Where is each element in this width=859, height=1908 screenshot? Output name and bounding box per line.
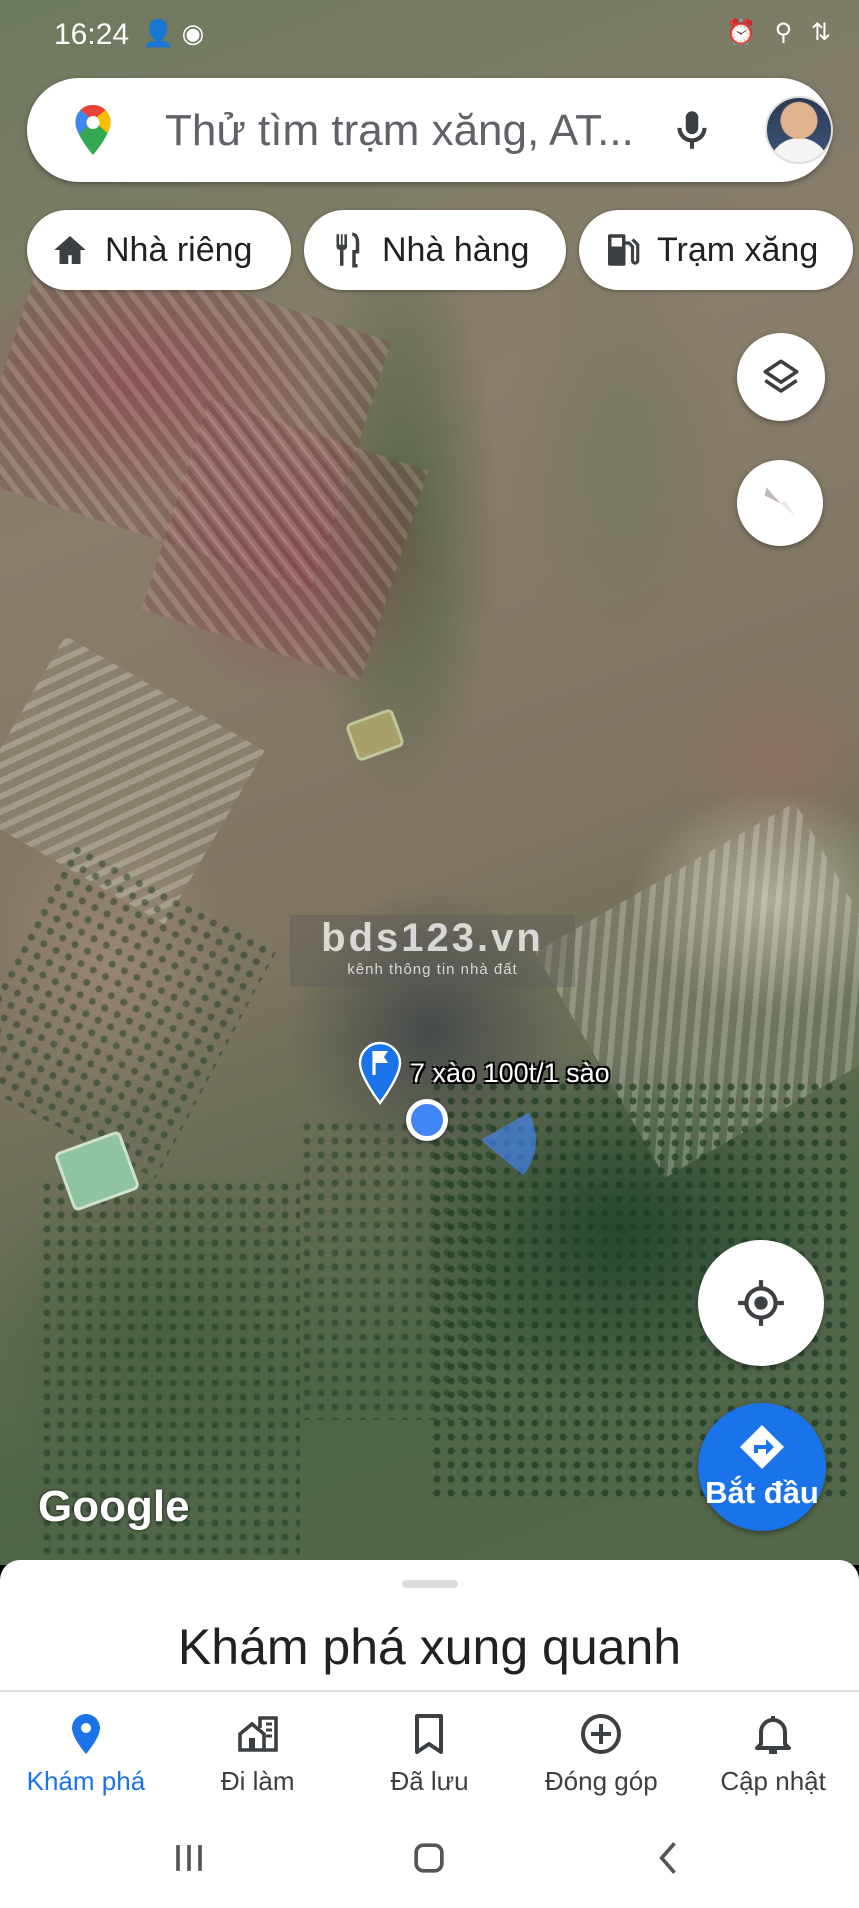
layers-icon bbox=[763, 359, 799, 393]
add-circle-icon bbox=[581, 1714, 622, 1754]
location-icon: ⚲ bbox=[774, 19, 799, 46]
bottom-sheet[interactable]: Khám phá xung quanh bbox=[0, 1560, 859, 1690]
compass-button[interactable] bbox=[737, 460, 823, 546]
nav-saved[interactable]: Đã lưu bbox=[344, 1692, 516, 1806]
flag-marker-icon[interactable] bbox=[356, 1040, 404, 1106]
nav-commute[interactable]: Đi làm bbox=[172, 1692, 344, 1806]
nav-commute-label: Đi làm bbox=[220, 1766, 295, 1796]
directions-icon bbox=[740, 1425, 784, 1469]
chip-home-label: Nhà riêng bbox=[105, 230, 253, 269]
avatar[interactable] bbox=[765, 96, 833, 164]
location-heading-beam bbox=[426, 1085, 536, 1195]
person-icon: 👤 bbox=[142, 18, 175, 48]
google-logo: Google bbox=[38, 1482, 190, 1531]
nav-contribute[interactable]: Đóng góp bbox=[515, 1692, 687, 1806]
nav-updates[interactable]: Cập nhật bbox=[687, 1692, 859, 1806]
maps-pin-icon bbox=[75, 105, 111, 155]
status-bar: 16:24 👤 ◉ ⏰ ⚲ ⇅ bbox=[0, 0, 859, 70]
mic-icon[interactable] bbox=[667, 102, 717, 158]
search-bar[interactable]: Thử tìm trạm xăng, AT... bbox=[27, 78, 833, 182]
status-left-icons: 👤 ◉ bbox=[142, 18, 204, 49]
crosshair-icon bbox=[738, 1280, 784, 1326]
home-button-icon[interactable] bbox=[404, 1836, 454, 1880]
system-navigation-bar bbox=[0, 1806, 859, 1908]
gas-station-icon bbox=[608, 234, 640, 266]
home-icon bbox=[54, 236, 86, 264]
start-navigation-button[interactable]: Bắt đầu bbox=[698, 1403, 826, 1531]
nav-explore[interactable]: Khám phá bbox=[0, 1692, 172, 1806]
restaurant-icon bbox=[336, 232, 360, 268]
explore-pin-icon bbox=[71, 1714, 100, 1754]
chip-gas-station-label: Trạm xăng bbox=[657, 230, 819, 269]
sheet-drag-handle[interactable] bbox=[402, 1580, 458, 1588]
chip-gas-station[interactable]: Trạm xăng bbox=[579, 210, 853, 290]
start-label: Bắt đầu bbox=[705, 1475, 819, 1510]
chip-restaurant-label: Nhà hàng bbox=[382, 230, 530, 269]
nav-explore-label: Khám phá bbox=[26, 1766, 146, 1796]
status-time: 16:24 bbox=[54, 18, 130, 51]
sheet-title: Khám phá xung quanh bbox=[177, 1619, 682, 1675]
layers-button[interactable] bbox=[737, 333, 825, 421]
chip-home[interactable]: Nhà riêng bbox=[27, 210, 291, 290]
map-pond bbox=[344, 707, 406, 763]
recent-apps-icon[interactable] bbox=[164, 1836, 214, 1880]
4g-icon: ⇅ bbox=[810, 19, 837, 46]
watermark-title: bds123.vn bbox=[321, 916, 544, 960]
chip-restaurant[interactable]: Nhà hàng bbox=[304, 210, 566, 290]
status-right-icons: ⏰ ⚲ ⇅ bbox=[726, 18, 837, 47]
search-input[interactable]: Thử tìm trạm xăng, AT... bbox=[165, 106, 645, 156]
sync-icon: ◉ bbox=[181, 18, 205, 48]
back-icon[interactable] bbox=[644, 1836, 694, 1880]
nav-contribute-label: Đóng góp bbox=[544, 1766, 658, 1796]
my-location-dot bbox=[406, 1099, 448, 1141]
bottom-navigation: Khám phá Đi làm Đã lưu Đóng góp Cập nhật bbox=[0, 1690, 859, 1806]
commute-icon bbox=[237, 1716, 278, 1752]
marker-label[interactable]: 7 xào 100t/1 sào bbox=[410, 1058, 610, 1089]
compass-icon bbox=[764, 487, 796, 517]
watermark-subtitle: kênh thông tin nhà đất bbox=[347, 961, 518, 978]
alarm-icon: ⏰ bbox=[726, 19, 762, 46]
bell-icon bbox=[755, 1716, 792, 1754]
bookmark-icon bbox=[415, 1714, 444, 1754]
my-location-button[interactable] bbox=[698, 1240, 824, 1366]
watermark: bds123.vn kênh thông tin nhà đất bbox=[290, 915, 575, 987]
nav-saved-label: Đã lưu bbox=[390, 1766, 469, 1796]
nav-updates-label: Cập nhật bbox=[720, 1766, 826, 1796]
map-field bbox=[0, 841, 278, 1179]
